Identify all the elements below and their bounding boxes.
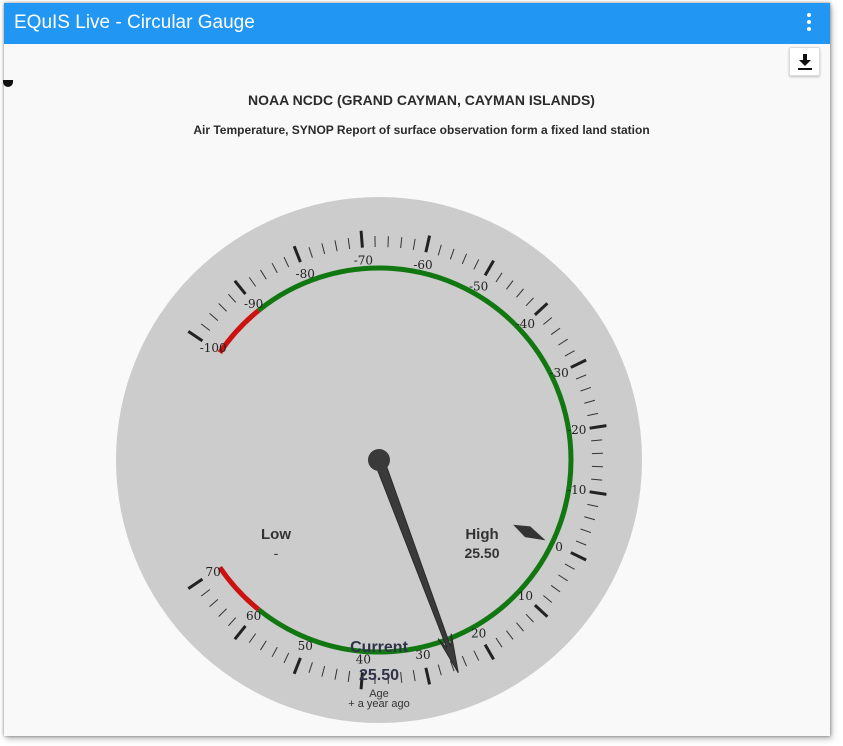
needle-pivot [368, 449, 390, 471]
tick-label: 0 [555, 540, 563, 554]
tick-label: -50 [469, 280, 488, 294]
tick-label: -30 [549, 366, 568, 380]
current-value: 25.50 [359, 667, 399, 684]
major-tick [359, 230, 364, 248]
tick-label: -90 [244, 297, 263, 311]
tick-label: -40 [516, 317, 535, 331]
tick-label: 60 [246, 609, 261, 623]
tick-label: -80 [296, 267, 315, 281]
current-label: Current [350, 639, 408, 656]
tick-label: 70 [206, 565, 221, 579]
circular-gauge: -100-90-80-70 -60-50-40-30-20-10010203040… [116, 197, 642, 723]
tick-label: 50 [298, 639, 313, 653]
tick-label: 30 [415, 648, 430, 662]
tick-label: 10 [518, 589, 533, 603]
low-label: Low [261, 526, 291, 543]
tick-label: -100 [200, 341, 227, 355]
tick-label: -70 [354, 254, 373, 268]
low-value: - [274, 545, 279, 561]
high-value: 25.50 [464, 545, 499, 561]
high-label: High [465, 526, 498, 543]
tick-label: -60 [413, 258, 432, 272]
tick-label: -20 [567, 423, 586, 437]
tick-label: -10 [567, 483, 586, 497]
age-value: + a year ago [348, 698, 409, 710]
tick-label: 20 [471, 626, 486, 640]
